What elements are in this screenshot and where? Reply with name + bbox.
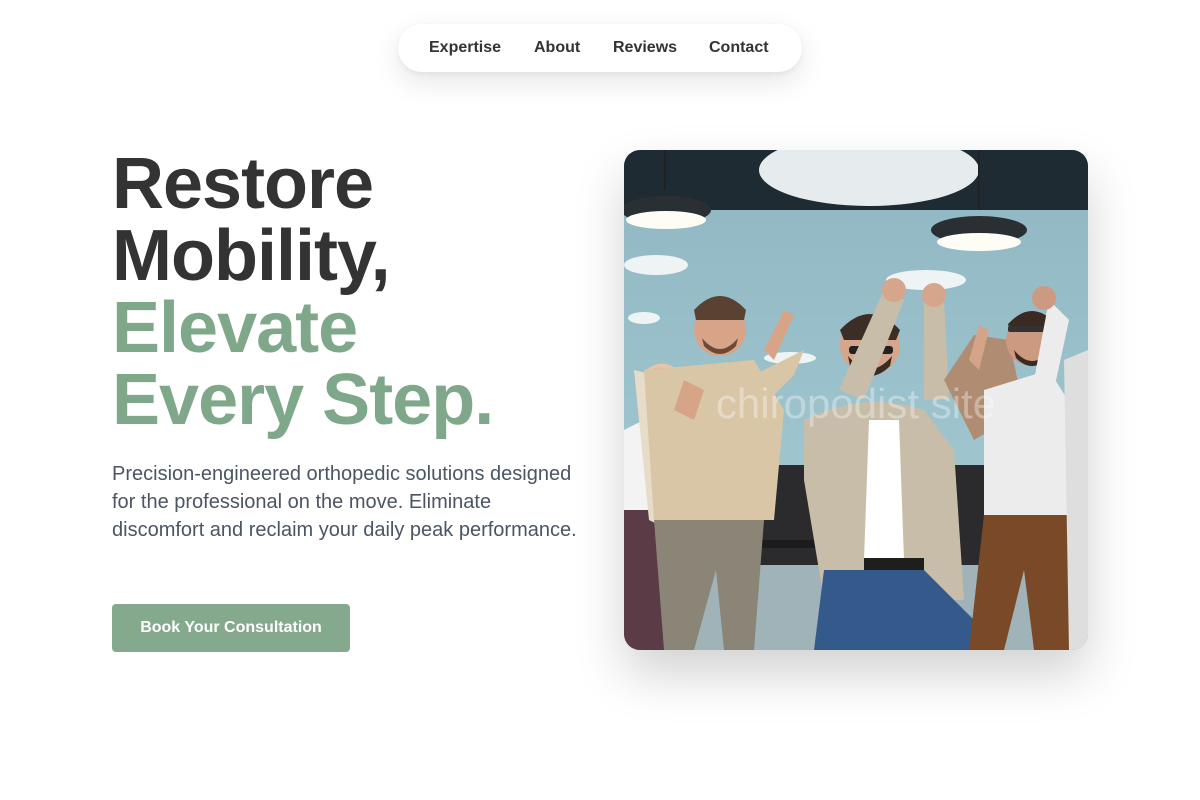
book-consultation-button[interactable]: Book Your Consultation bbox=[112, 604, 350, 652]
nav-link-contact[interactable]: Contact bbox=[709, 24, 769, 72]
celebrating-team-photo-icon: chiropodist site bbox=[624, 150, 1088, 650]
watermark-text: chiropodist site bbox=[716, 380, 996, 427]
heading-line-restore: Restore bbox=[112, 144, 374, 224]
top-navigation: Expertise About Reviews Contact bbox=[398, 24, 802, 72]
hero-photo: chiropodist site bbox=[624, 150, 1088, 650]
nav-link-reviews[interactable]: Reviews bbox=[613, 24, 677, 72]
heading-line-every-step: Every Step. bbox=[112, 360, 494, 440]
nav-link-about[interactable]: About bbox=[534, 24, 580, 72]
heading-line-elevate: Elevate bbox=[112, 288, 358, 368]
heading-line-mobility: Mobility, bbox=[112, 216, 391, 296]
hero-description: Precision-engineered orthopedic solution… bbox=[112, 463, 577, 541]
page: Expertise About Reviews Contact Restore … bbox=[0, 0, 1200, 800]
nav-link-expertise[interactable]: Expertise bbox=[429, 24, 501, 72]
